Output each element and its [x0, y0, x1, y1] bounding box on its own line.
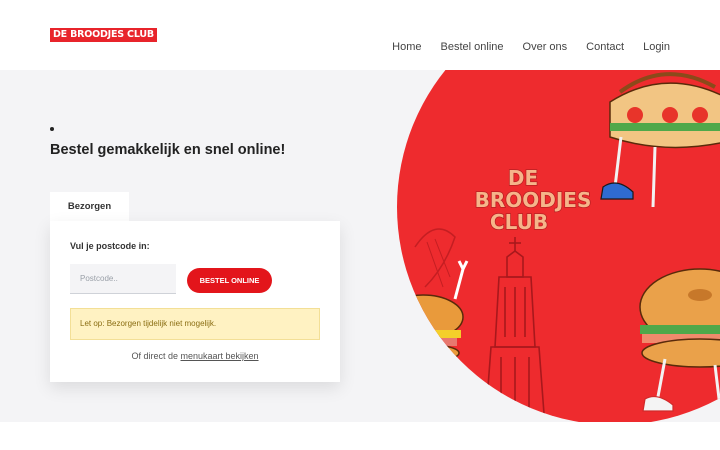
nav-home[interactable]: Home	[392, 41, 421, 53]
illustration-word-1: DE	[508, 166, 538, 190]
postcode-label: Vul je postcode in:	[70, 241, 150, 251]
hero-section: Bestel gemakkelijk en snel online! Bezor…	[0, 70, 720, 422]
main-nav: Home Bestel online Over ons Contact Logi…	[392, 41, 670, 53]
nav-contact[interactable]: Contact	[586, 41, 624, 53]
site-logo[interactable]: DE BROODJES CLUB	[50, 28, 157, 42]
nav-login[interactable]: Login	[643, 41, 670, 53]
order-card: Vul je postcode in: BESTEL ONLINE Let op…	[50, 221, 340, 382]
page-bottom	[0, 422, 720, 450]
delivery-notice: Let op: Bezorgen tijdelijk niet mogelijk…	[70, 308, 320, 340]
illustration-word-3: CLUB	[490, 210, 548, 234]
site-header: DE BROODJES CLUB Home Bestel online Over…	[0, 0, 720, 70]
bullet-dot	[50, 127, 54, 131]
menu-line: Of direct de menukaart bekijken	[50, 351, 340, 361]
nav-over-ons[interactable]: Over ons	[523, 41, 568, 53]
hero-illustration: DE BROODJES CLUB	[397, 70, 720, 422]
illustration-word-2: BROODJES	[475, 188, 592, 212]
tab-bezorgen[interactable]: Bezorgen	[50, 192, 129, 221]
menukaart-link[interactable]: menukaart bekijken	[181, 351, 259, 361]
hero-tagline: Bestel gemakkelijk en snel online!	[50, 142, 286, 158]
nav-bestel-online[interactable]: Bestel online	[441, 41, 504, 53]
bestel-online-button[interactable]: BESTEL ONLINE	[187, 268, 272, 293]
menu-prefix: Of direct de	[131, 351, 178, 361]
postcode-input[interactable]	[70, 264, 176, 294]
